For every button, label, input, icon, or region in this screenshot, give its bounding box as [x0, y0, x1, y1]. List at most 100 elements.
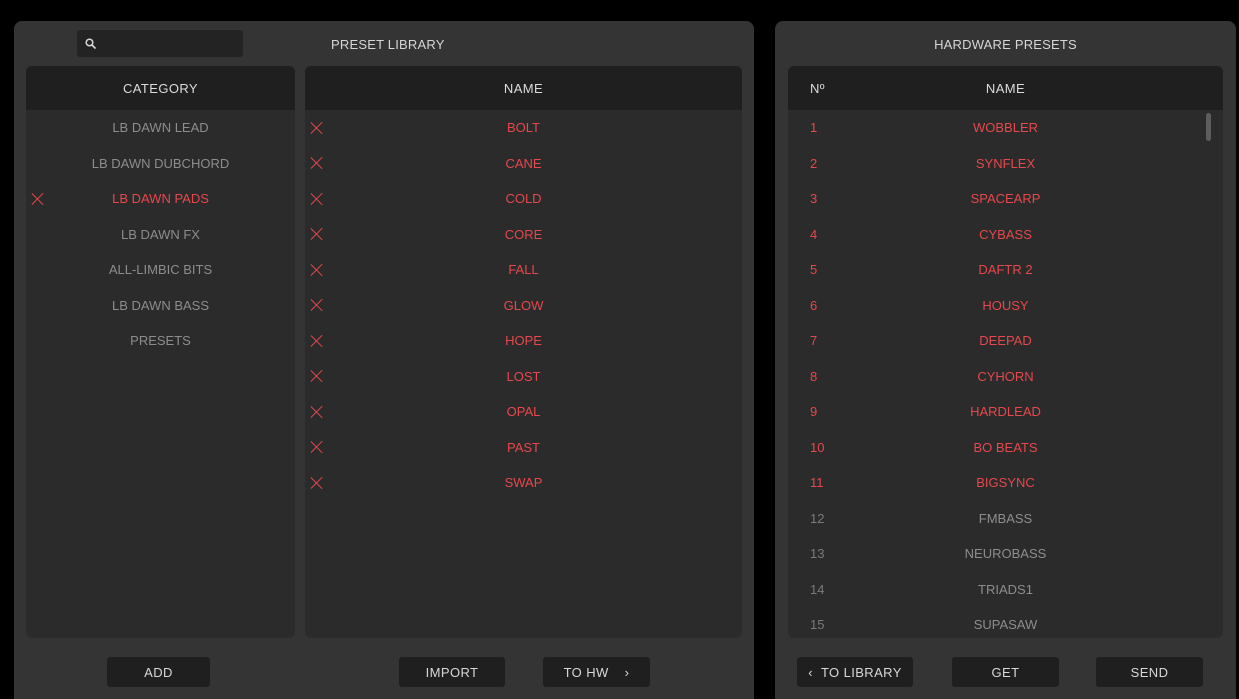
add-button[interactable]: ADD [107, 657, 210, 687]
preset-name: DEEPAD [979, 333, 1032, 349]
preset-number: 11 [810, 475, 824, 491]
search-icon [85, 38, 96, 49]
preset-item[interactable]: HOPE [305, 323, 742, 359]
x-icon [311, 122, 323, 134]
preset-name: BOLT [507, 120, 540, 136]
x-icon [311, 228, 323, 240]
category-item[interactable]: PRESETS [26, 323, 295, 359]
category-item[interactable]: LB DAWN PADS [26, 181, 295, 217]
preset-name: CYBASS [979, 226, 1032, 242]
hardware-preset-row[interactable]: 9 HARDLEAD [788, 394, 1223, 430]
to-library-button[interactable]: ‹ TO LIBRARY [797, 657, 913, 687]
hardware-preset-row[interactable]: 6 HOUSY [788, 288, 1223, 324]
hardware-presets-panel: HARDWARE PRESETS Nº NAME 1 WOBBLER 2 SYNFLE… [775, 21, 1236, 699]
to-hw-button-label: TO HW [563, 664, 609, 680]
preset-item[interactable]: FALL [305, 252, 742, 288]
preset-item[interactable]: CANE [305, 146, 742, 182]
x-icon [311, 264, 323, 276]
preset-name: FALL [508, 262, 539, 278]
hardware-preset-row[interactable]: 11 BIGSYNC [788, 465, 1223, 501]
preset-number: 2 [810, 155, 818, 171]
add-button-label: ADD [144, 664, 173, 680]
number-header: Nº [810, 80, 825, 96]
preset-number: 14 [810, 581, 825, 597]
category-label: LB DAWN PADS [112, 191, 209, 207]
category-label: PRESETS [130, 333, 191, 349]
hardware-preset-row[interactable]: 12 FMBASS [788, 501, 1223, 537]
preset-number: 4 [810, 226, 818, 242]
preset-name: TRIADS1 [978, 581, 1033, 597]
panel-title: PRESET LIBRARY [331, 37, 445, 52]
preset-name: HOUSY [982, 297, 1029, 313]
preset-number: 13 [810, 546, 825, 562]
category-label: LB DAWN LEAD [112, 120, 209, 136]
preset-name: SPACEARP [970, 191, 1041, 207]
x-icon [311, 406, 323, 418]
hardware-preset-row[interactable]: 14 TRIADS1 [788, 572, 1223, 608]
preset-number: 9 [810, 404, 818, 420]
get-button[interactable]: GET [952, 657, 1059, 687]
x-icon [311, 477, 323, 489]
preset-name: BIGSYNC [976, 475, 1035, 491]
preset-name: WOBBLER [972, 120, 1038, 136]
to-hw-button[interactable]: TO HW › [543, 657, 650, 687]
category-header: CATEGORY [26, 66, 295, 110]
x-icon [311, 335, 323, 347]
hardware-preset-row[interactable]: 1 WOBBLER [788, 110, 1223, 146]
preset-item[interactable]: CORE [305, 217, 742, 253]
hardware-preset-row[interactable]: 13 NEUROBASS [788, 536, 1223, 572]
chevron-left-icon: ‹ [808, 664, 813, 680]
x-icon [311, 193, 323, 205]
import-button[interactable]: IMPORT [399, 657, 505, 687]
category-label: ALL-LIMBIC BITS [108, 262, 213, 278]
preset-number: 6 [810, 297, 818, 313]
preset-item[interactable]: SWAP [305, 465, 742, 501]
preset-item[interactable]: GLOW [305, 288, 742, 324]
preset-number: 7 [810, 333, 818, 349]
scrollbar[interactable] [1206, 113, 1211, 141]
chevron-right-icon: › [624, 664, 630, 680]
preset-number: 5 [810, 262, 818, 278]
preset-item[interactable]: LOST [305, 359, 742, 395]
hardware-preset-row[interactable]: 15 SUPASAW [788, 607, 1223, 638]
category-label: LB DAWN FX [121, 226, 200, 242]
x-icon [311, 299, 323, 311]
preset-name: GLOW [503, 297, 544, 313]
hardware-preset-row[interactable]: 7 DEEPAD [788, 323, 1223, 359]
hardware-preset-row[interactable]: 4 CYBASS [788, 217, 1223, 253]
name-header: NAME [985, 80, 1026, 96]
hardware-preset-row[interactable]: 8 CYHORN [788, 359, 1223, 395]
category-item[interactable]: LB DAWN LEAD [26, 110, 295, 146]
preset-item[interactable]: BOLT [305, 110, 742, 146]
category-item[interactable]: ALL-LIMBIC BITS [26, 252, 295, 288]
category-list: CATEGORY LB DAWN LEAD LB DAWN DUBCHORD LB … [26, 66, 295, 638]
import-button-label: IMPORT [425, 664, 479, 680]
preset-number: 1 [810, 120, 818, 136]
category-item[interactable]: LB DAWN DUBCHORD [26, 146, 295, 182]
hardware-preset-row[interactable]: 2 SYNFLEX [788, 146, 1223, 182]
hardware-list-header: Nº NAME [788, 66, 1223, 110]
preset-item[interactable]: COLD [305, 181, 742, 217]
name-header: NAME [305, 66, 742, 110]
preset-name: HARDLEAD [970, 404, 1041, 420]
hardware-preset-row[interactable]: 5 DAFTR 2 [788, 252, 1223, 288]
preset-number: 3 [810, 191, 818, 207]
hardware-preset-row[interactable]: 10 BO BEATS [788, 430, 1223, 466]
preset-item[interactable]: PAST [305, 430, 742, 466]
preset-number: 15 [810, 617, 825, 633]
hardware-preset-row[interactable]: 3 SPACEARP [788, 181, 1223, 217]
preset-name: DAFTR 2 [978, 262, 1033, 278]
preset-name: CORE [504, 226, 543, 242]
x-icon [311, 441, 323, 453]
search-input[interactable] [77, 30, 243, 57]
panel-title: HARDWARE PRESETS [934, 37, 1077, 52]
preset-name: SUPASAW [973, 617, 1038, 633]
preset-name: CYHORN [977, 368, 1034, 384]
preset-name: COLD [505, 191, 542, 207]
category-item[interactable]: LB DAWN FX [26, 217, 295, 253]
send-button[interactable]: SEND [1096, 657, 1203, 687]
preset-name: OPAL [506, 404, 541, 420]
get-button-label: GET [991, 664, 1020, 680]
category-item[interactable]: LB DAWN BASS [26, 288, 295, 324]
preset-item[interactable]: OPAL [305, 394, 742, 430]
